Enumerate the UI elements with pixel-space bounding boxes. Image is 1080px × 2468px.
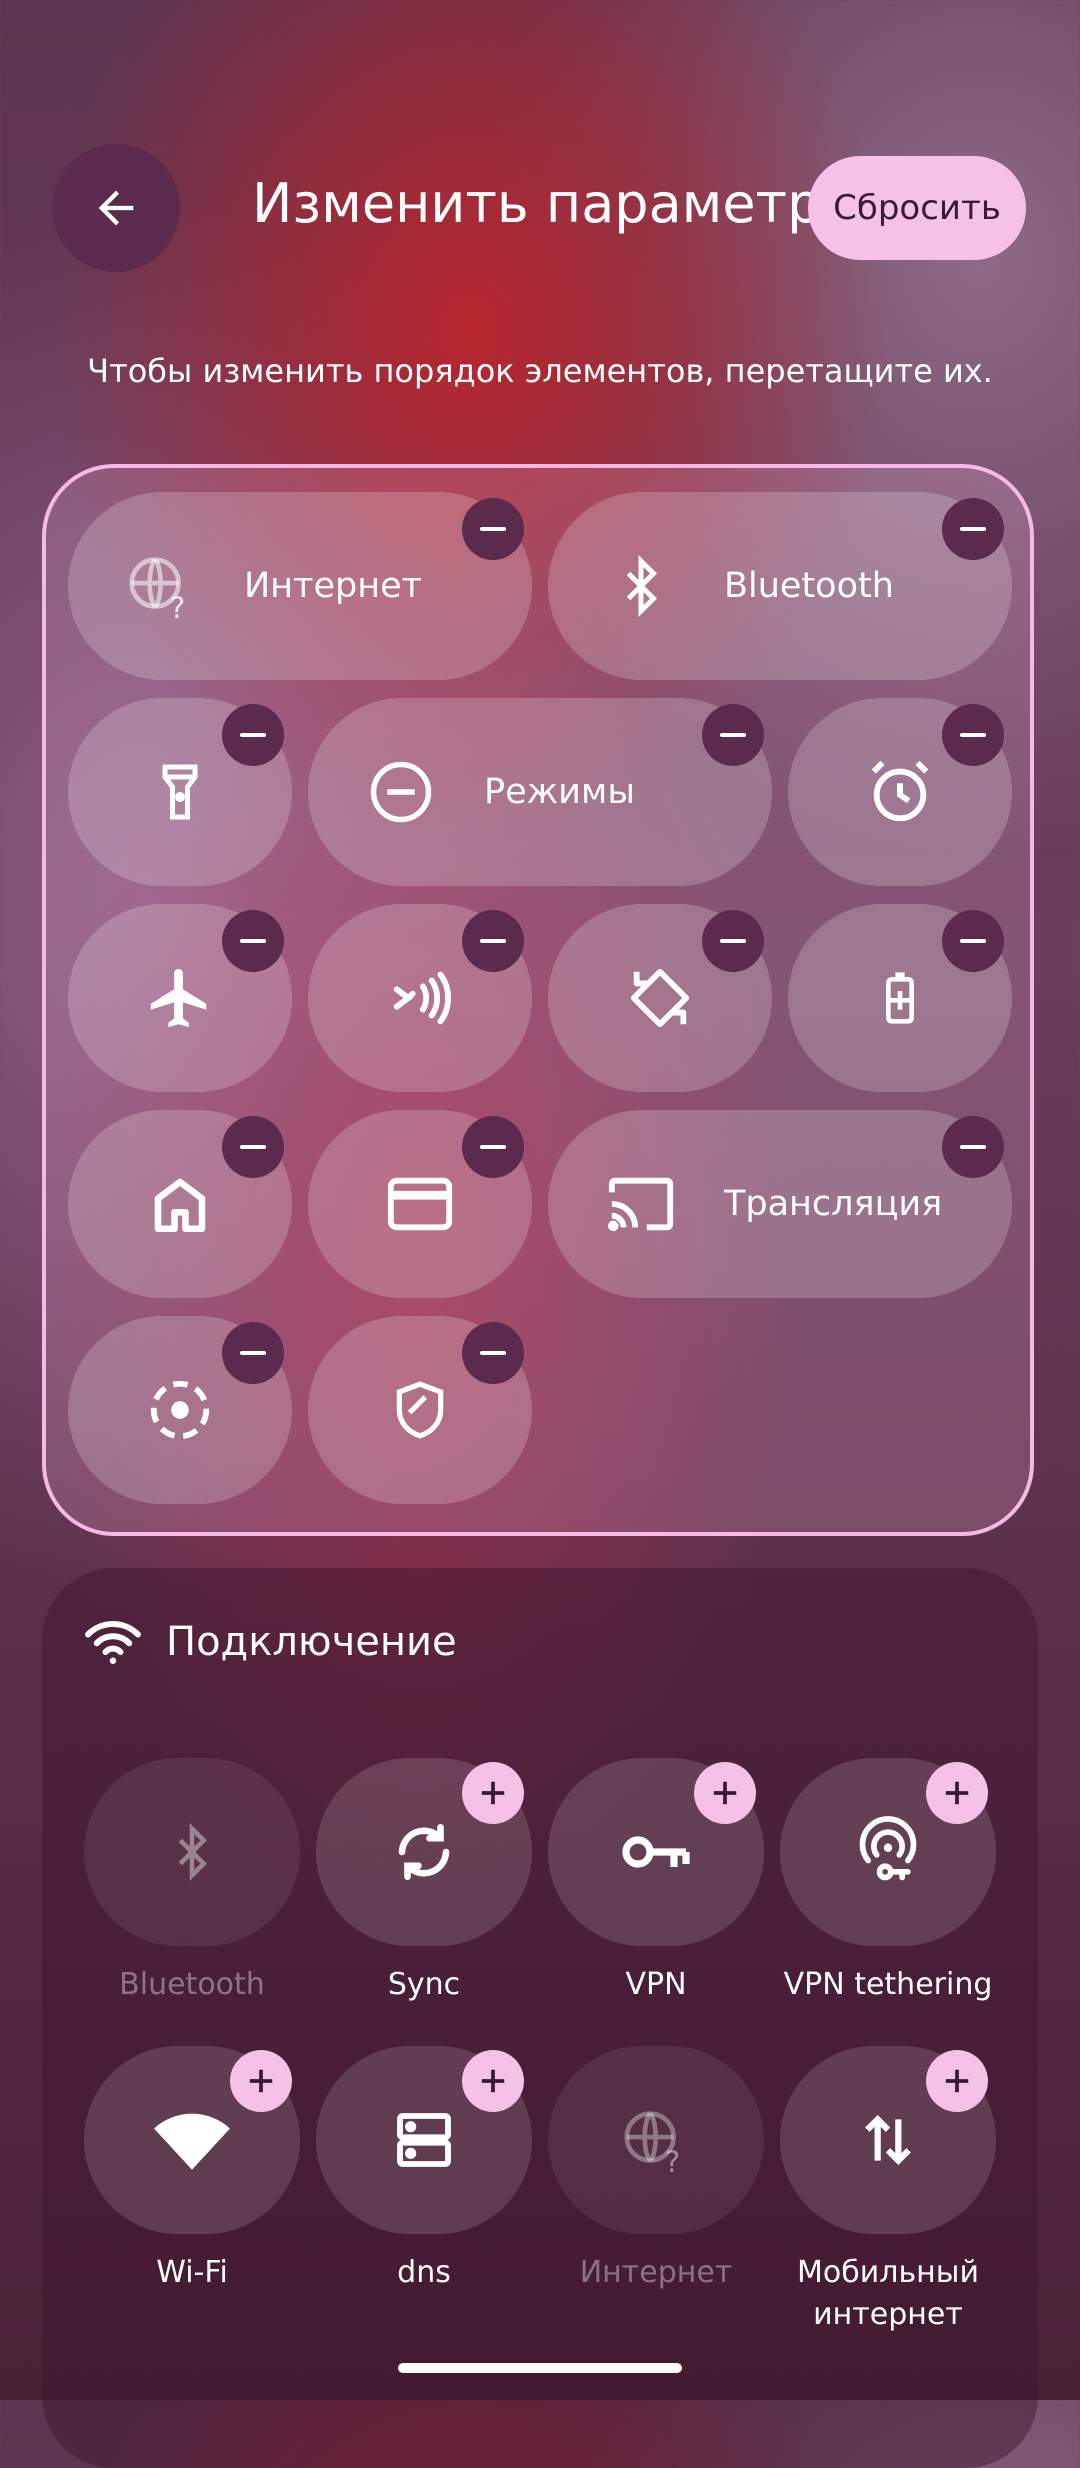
- globe-question-icon: ?: [624, 2111, 680, 2175]
- back-button[interactable]: [52, 144, 180, 272]
- mobile-data-label-line2: интернет: [813, 2297, 963, 2332]
- remove-nfc-button[interactable]: [462, 910, 524, 972]
- add-vpn-tethering-button[interactable]: [926, 1762, 988, 1824]
- add-sync-button[interactable]: [462, 1762, 524, 1824]
- remove-alarm-button[interactable]: [942, 704, 1004, 766]
- reset-button[interactable]: Сбросить: [808, 156, 1026, 260]
- header: Изменить параметры Сбросить Чтобы измени…: [0, 0, 1080, 420]
- remove-internet-button[interactable]: [462, 498, 524, 560]
- plus-icon: [945, 1781, 969, 1805]
- plus-icon: [481, 2069, 505, 2093]
- plus-icon: [481, 1781, 505, 1805]
- flashlight-icon: [145, 757, 215, 827]
- plus-icon: [945, 2069, 969, 2093]
- shield-icon: [385, 1375, 455, 1445]
- airplane-icon: [145, 963, 215, 1033]
- card-icon: [385, 1169, 455, 1239]
- add-vpn-button[interactable]: [694, 1762, 756, 1824]
- available-tile-vpn-label: VPN: [625, 1967, 687, 2002]
- remove-cast-button[interactable]: [942, 1116, 1004, 1178]
- available-tile-internet: ?: [548, 2046, 764, 2234]
- available-tile-wifi-label: Wi-Fi: [156, 2255, 228, 2290]
- bluetooth-icon: [178, 1823, 207, 1881]
- page-title: Изменить параметры: [252, 172, 865, 235]
- bluetooth-icon: [606, 551, 676, 621]
- server-icon: [397, 2113, 451, 2167]
- remove-bluetooth-button[interactable]: [942, 498, 1004, 560]
- available-tile-bluetooth: [84, 1758, 300, 1946]
- plus-icon: [713, 1781, 737, 1805]
- rotate-icon: [625, 963, 695, 1033]
- hotspot-key-icon: [859, 1816, 917, 1881]
- remove-wallet-button[interactable]: [462, 1116, 524, 1178]
- wifi-icon: [85, 1621, 141, 1664]
- available-tile-bluetooth-label: Bluetooth: [119, 1967, 265, 2002]
- remove-auto-rotate-button[interactable]: [702, 910, 764, 972]
- tile-cast-label: Трансляция: [724, 1184, 943, 1224]
- remove-home-button[interactable]: [222, 1116, 284, 1178]
- reorder-hint: Чтобы изменить порядок элементов, перета…: [87, 352, 993, 390]
- remove-modes-button[interactable]: [702, 704, 764, 766]
- nfc-icon: [385, 963, 455, 1033]
- add-dns-button[interactable]: [462, 2050, 524, 2112]
- wifi-icon: [154, 2113, 230, 2170]
- svg-text:?: ?: [170, 591, 185, 621]
- plus-icon: [249, 2069, 273, 2093]
- section-title: Подключение: [166, 1619, 457, 1665]
- remove-screen-record-button[interactable]: [222, 1322, 284, 1384]
- remove-flashlight-button[interactable]: [222, 704, 284, 766]
- available-tile-mobile-data-label: Мобильный интернет: [763, 2252, 1013, 2336]
- remove-security-button[interactable]: [462, 1322, 524, 1384]
- tile-internet-label: Интернет: [244, 566, 423, 606]
- cast-icon: [606, 1169, 676, 1239]
- available-tile-internet-label: Интернет: [579, 2255, 733, 2290]
- remove-battery-saver-button[interactable]: [942, 910, 1004, 972]
- do-not-disturb-icon: [366, 757, 436, 827]
- remove-airplane-button[interactable]: [222, 910, 284, 972]
- svg-text:?: ?: [665, 2145, 680, 2175]
- screen-record-icon: [145, 1375, 215, 1445]
- home-icon: [145, 1169, 215, 1239]
- tile-modes-label: Режимы: [484, 772, 635, 812]
- mobile-data-label-line1: Мобильный: [797, 2255, 979, 2290]
- mobile-data-icon: [865, 2114, 911, 2166]
- key-icon: [622, 1836, 690, 1868]
- arrow-back-icon: [98, 190, 134, 226]
- add-wifi-button[interactable]: [230, 2050, 292, 2112]
- available-tile-dns-label: dns: [397, 2255, 451, 2290]
- alarm-icon: [865, 757, 935, 827]
- tile-bluetooth-label: Bluetooth: [724, 566, 894, 606]
- battery-plus-icon: [865, 963, 935, 1033]
- globe-question-icon: ?: [126, 551, 196, 621]
- add-mobile-data-button[interactable]: [926, 2050, 988, 2112]
- home-indicator[interactable]: [398, 2363, 682, 2373]
- available-tile-sync-label: Sync: [387, 1967, 461, 2002]
- sync-icon: [398, 1823, 450, 1881]
- section-header: Подключение: [82, 1612, 457, 1672]
- available-tile-vpn-tethering-label: VPN tethering: [783, 1967, 993, 2002]
